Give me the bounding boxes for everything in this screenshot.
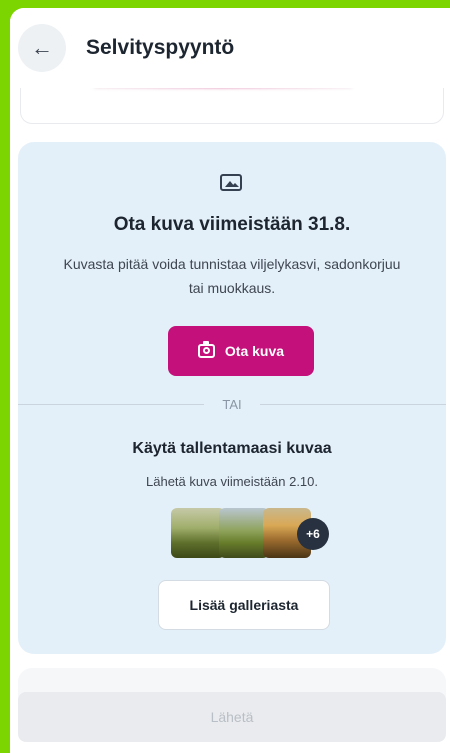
saved-photo-description: Lähetä kuva viimeistään 2.10.: [146, 474, 318, 489]
take-photo-button[interactable]: Ota kuva: [168, 326, 314, 376]
take-photo-label: Ota kuva: [224, 343, 285, 359]
back-button[interactable]: ←: [18, 24, 66, 72]
photo-description: Kuvasta pitää voida tunnistaa viljelykas…: [63, 256, 401, 296]
saved-photo-heading: Käytä tallentamaasi kuvaa: [132, 440, 332, 457]
app-screen: ← Selvityspyyntö Ota kuva viimeistään 31…: [10, 8, 450, 753]
page-title: Selvityspyyntö: [86, 36, 235, 59]
app-bar: ← Selvityspyyntö: [10, 8, 450, 88]
add-from-gallery-button[interactable]: Lisää galleriasta: [158, 580, 330, 630]
thumbnail-field[interactable]: [219, 508, 269, 558]
photo-deadline-heading: Ota kuva viimeistään 31.8.: [113, 214, 351, 235]
send-button[interactable]: Lähetä: [18, 692, 446, 742]
arrow-left-icon: ←: [31, 35, 53, 60]
thumbnail-field[interactable]: [171, 508, 225, 558]
more-photos-badge[interactable]: +6: [297, 518, 329, 550]
send-label: Lähetä: [210, 709, 254, 725]
photo-thumbnails[interactable]: +6: [171, 508, 331, 562]
or-label: TAI: [204, 396, 260, 414]
camera-icon: [197, 341, 215, 358]
image-icon: [220, 174, 242, 191]
photo-request-card: Ota kuva viimeistään 31.8. Kuvasta pitää…: [18, 142, 446, 654]
add-from-gallery-label: Lisää galleriasta: [189, 597, 299, 613]
